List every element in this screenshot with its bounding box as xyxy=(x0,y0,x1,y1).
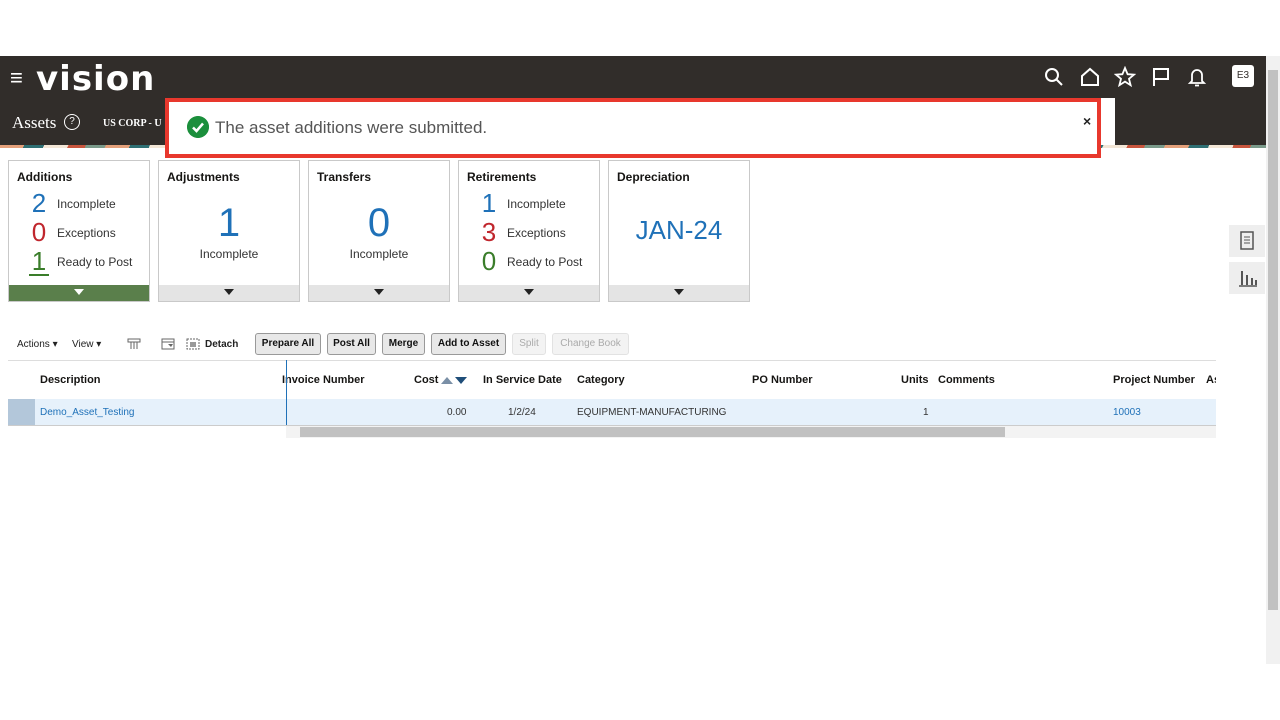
transfers-count[interactable]: 0 xyxy=(309,201,449,246)
card-expand-toggle[interactable] xyxy=(309,285,449,301)
count-label: Exceptions xyxy=(57,226,116,240)
card-expand-toggle[interactable] xyxy=(459,285,599,301)
column-header-category[interactable]: Category xyxy=(577,374,625,386)
column-header-invoice-number[interactable]: Invoice Number xyxy=(282,374,365,386)
units-cell: 1 xyxy=(923,407,929,418)
banner-background xyxy=(1101,98,1115,145)
adjustments-count[interactable]: 1 xyxy=(159,201,299,246)
adjustments-label: Incomplete xyxy=(199,247,259,261)
column-header-units[interactable]: Units xyxy=(901,374,929,386)
bell-icon[interactable] xyxy=(1186,66,1208,88)
query-filter-icon[interactable] xyxy=(161,337,175,351)
count-label: Incomplete xyxy=(57,197,116,211)
document-panel-icon[interactable] xyxy=(1229,225,1265,257)
count-label: Incomplete xyxy=(507,197,566,211)
count: 1 xyxy=(29,248,49,276)
prepare-all-button[interactable]: Prepare All xyxy=(255,333,321,355)
scroll-thumb[interactable] xyxy=(300,427,1005,437)
count: 3 xyxy=(481,217,497,247)
card-title: Transfers xyxy=(317,170,372,184)
flag-icon[interactable] xyxy=(1150,66,1172,88)
column-header-description[interactable]: Description xyxy=(40,374,101,386)
split-button[interactable]: Split xyxy=(512,333,546,355)
frozen-column-divider xyxy=(286,360,287,425)
success-check-icon xyxy=(187,116,209,138)
transfers-label: Incomplete xyxy=(349,247,409,261)
vertical-scrollbar[interactable] xyxy=(1266,56,1280,664)
search-icon[interactable] xyxy=(1043,66,1065,88)
merge-button[interactable]: Merge xyxy=(382,333,425,355)
star-icon[interactable] xyxy=(1114,66,1136,88)
close-icon[interactable]: × xyxy=(1083,113,1091,129)
home-icon[interactable] xyxy=(1079,66,1101,88)
change-book-button[interactable]: Change Book xyxy=(552,333,629,355)
count: 1 xyxy=(481,188,497,218)
table-row[interactable]: Demo_Asset_Testing 0.00 1/2/24 EQUIPMENT… xyxy=(8,399,1216,426)
chevron-down-icon xyxy=(224,289,234,295)
chevron-down-icon xyxy=(524,289,534,295)
view-menu[interactable]: View ▾ xyxy=(72,339,101,350)
count-label: Ready to Post xyxy=(57,255,133,269)
card-expand-toggle[interactable] xyxy=(609,285,749,301)
freeze-columns-icon[interactable] xyxy=(127,337,141,351)
asset-description-link[interactable]: Demo_Asset_Testing xyxy=(40,407,135,418)
table-header: Description Invoice Number Cost In Servi… xyxy=(8,360,1216,400)
cost-cell: 0.00 xyxy=(447,407,467,418)
count: 0 xyxy=(481,246,497,276)
add-to-asset-button[interactable]: Add to Asset xyxy=(431,333,506,355)
table-toolbar: Actions ▾ View ▾ Detach Prepare All Post… xyxy=(0,333,1216,359)
row-selector[interactable] xyxy=(8,399,35,425)
in-service-date-cell: 1/2/24 xyxy=(508,407,536,418)
card-expand-toggle[interactable] xyxy=(9,285,149,301)
business-unit-label: US CORP - U xyxy=(103,118,162,129)
column-header-comments[interactable]: Comments xyxy=(938,374,995,386)
card-expand-toggle[interactable] xyxy=(159,285,299,301)
retirements-card[interactable]: Retirements 1 Incomplete 3 Exceptions 0 Rea… xyxy=(458,160,600,302)
post-all-button[interactable]: Post All xyxy=(327,333,376,355)
count: 0 xyxy=(31,217,47,247)
count: 2 xyxy=(31,188,47,218)
card-title: Retirements xyxy=(467,170,537,184)
app-logo[interactable]: vision xyxy=(36,59,155,99)
chevron-down-icon xyxy=(374,289,384,295)
scroll-thumb[interactable] xyxy=(1268,70,1278,610)
chart-panel-icon[interactable] xyxy=(1229,262,1265,294)
horizontal-scrollbar[interactable] xyxy=(286,426,1216,438)
user-avatar[interactable]: E3 xyxy=(1232,65,1254,87)
card-title: Additions xyxy=(17,170,73,184)
menu-icon[interactable]: ≡ xyxy=(10,67,30,89)
column-header-po-number[interactable]: PO Number xyxy=(752,374,813,386)
actions-menu[interactable]: Actions ▾ xyxy=(17,339,58,350)
transfers-card[interactable]: Transfers 0 Incomplete xyxy=(308,160,450,302)
column-header-truncated[interactable]: As xyxy=(1206,374,1216,386)
project-number-link[interactable]: 10003 xyxy=(1113,407,1141,418)
additions-card[interactable]: Additions 2 Incomplete 0 Exceptions 1 Ready… xyxy=(8,160,150,302)
column-header-in-service-date[interactable]: In Service Date xyxy=(483,374,562,386)
count-label: Ready to Post xyxy=(507,255,583,269)
confirmation-banner: The asset additions were submitted. × xyxy=(165,98,1101,158)
column-header-project-number[interactable]: Project Number xyxy=(1113,374,1195,386)
page-title: Assets xyxy=(12,113,57,132)
category-cell: EQUIPMENT-MANUFACTURING xyxy=(577,407,727,418)
chevron-down-icon xyxy=(74,289,84,295)
page-top-margin xyxy=(0,0,1266,56)
sort-icon[interactable] xyxy=(440,375,468,385)
depreciation-period[interactable]: JAN-24 xyxy=(609,215,749,246)
card-title: Depreciation xyxy=(617,170,690,184)
depreciation-card[interactable]: Depreciation JAN-24 xyxy=(608,160,750,302)
help-icon[interactable]: ? xyxy=(64,114,80,130)
count-label: Exceptions xyxy=(507,226,566,240)
adjustments-card[interactable]: Adjustments 1 Incomplete xyxy=(158,160,300,302)
card-title: Adjustments xyxy=(167,170,240,184)
column-header-cost[interactable]: Cost xyxy=(414,374,438,386)
detach-button[interactable]: Detach xyxy=(205,339,238,350)
chevron-down-icon xyxy=(674,289,684,295)
detach-icon[interactable] xyxy=(186,337,200,351)
banner-message: The asset additions were submitted. xyxy=(215,118,488,137)
